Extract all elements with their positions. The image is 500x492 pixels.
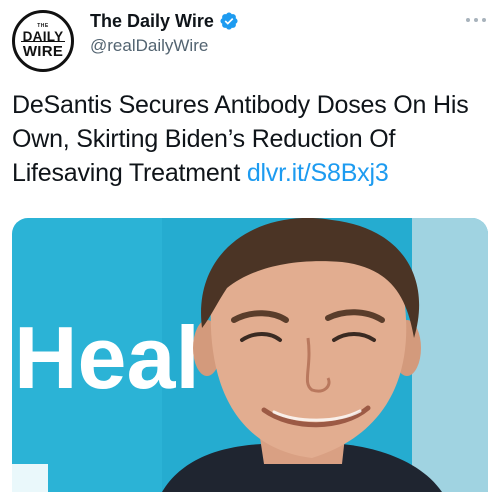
avatar-text-line2: WIRE <box>22 43 64 60</box>
tweet-text: DeSantis Secures Antibody Doses On His O… <box>12 88 490 190</box>
sign-text: Heal <box>14 308 200 407</box>
handle[interactable]: @realDailyWire <box>90 36 239 56</box>
display-name[interactable]: The Daily Wire <box>90 11 214 32</box>
tweet-body: DeSantis Secures Antibody Doses On His O… <box>12 91 469 187</box>
verified-badge-icon <box>219 11 239 31</box>
avatar-text-line1: DAILY <box>22 29 64 44</box>
account-names: The Daily Wire @realDailyWire <box>90 10 239 56</box>
avatar[interactable]: THE DAILY WIRE <box>12 10 74 72</box>
tweet-card: THE DAILY WIRE The Daily Wire @realDaily… <box>0 0 500 492</box>
tweet-media[interactable]: Heal <box>12 218 488 492</box>
tweet-link[interactable]: dlvr.it/S8Bxj3 <box>247 159 389 187</box>
more-options-icon[interactable] <box>464 12 488 22</box>
media-photo: Heal <box>12 218 488 492</box>
